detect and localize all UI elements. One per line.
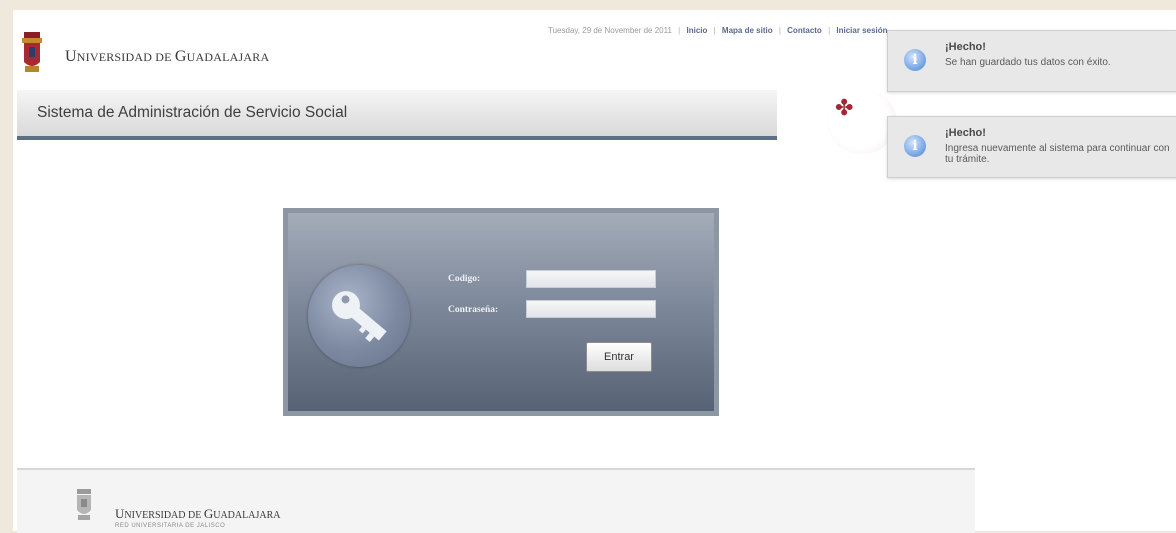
footer: UNIVERSIDAD DE GUADALAJARA RED UNIVERSIT… bbox=[17, 468, 975, 533]
notification-message: Ingresa nuevamente al sistema para conti… bbox=[945, 143, 1170, 165]
key-graphic bbox=[331, 291, 387, 343]
nav-iniciar-sesion-link[interactable]: Iniciar sesión bbox=[836, 26, 887, 35]
footer-university-name: UNIVERSIDAD DE GUADALAJARA bbox=[115, 506, 281, 521]
nav-contacto-link[interactable]: Contacto bbox=[787, 26, 822, 35]
info-icon: i bbox=[904, 49, 926, 71]
university-shield-logo bbox=[22, 32, 42, 72]
top-nav: Tuesday, 29 de November de 2011 | Inicio… bbox=[548, 26, 888, 35]
notification-success-relogin[interactable]: i ¡Hecho! Ingresa nuevamente al sistema … bbox=[887, 116, 1176, 178]
info-icon: i bbox=[904, 135, 926, 157]
notification-success-saved[interactable]: i ¡Hecho! Se han guardado tus datos con … bbox=[887, 30, 1176, 92]
university-name[interactable]: UNIVERSIDAD DE GUADALAJARA bbox=[65, 48, 269, 66]
title-bar: Sistema de Administración de Servicio So… bbox=[17, 90, 777, 140]
contrasena-input[interactable] bbox=[526, 300, 656, 318]
page-title: Sistema de Administración de Servicio So… bbox=[37, 104, 348, 121]
notification-title: ¡Hecho! bbox=[945, 127, 986, 139]
entrar-button[interactable]: Entrar bbox=[586, 342, 652, 372]
footer-subtitle: RED UNIVERSITARIA DE JALISCO bbox=[115, 523, 226, 529]
codigo-label: Codigo: bbox=[448, 274, 481, 284]
contrasena-label: Contraseña: bbox=[448, 305, 499, 315]
login-panel: Codigo: Contraseña: Entrar bbox=[283, 208, 719, 416]
key-icon bbox=[308, 265, 410, 367]
codigo-input[interactable] bbox=[526, 270, 656, 288]
emblem-glyph-icon: ✤ bbox=[835, 96, 854, 121]
nav-mapa-link[interactable]: Mapa de sitio bbox=[722, 26, 773, 35]
notification-title: ¡Hecho! bbox=[945, 41, 986, 53]
date-text: Tuesday, 29 de November de 2011 bbox=[548, 26, 672, 35]
nav-inicio-link[interactable]: Inicio bbox=[686, 26, 707, 35]
notification-message: Se han guardado tus datos con éxito. bbox=[945, 57, 1111, 68]
footer-shield-logo bbox=[77, 489, 91, 520]
